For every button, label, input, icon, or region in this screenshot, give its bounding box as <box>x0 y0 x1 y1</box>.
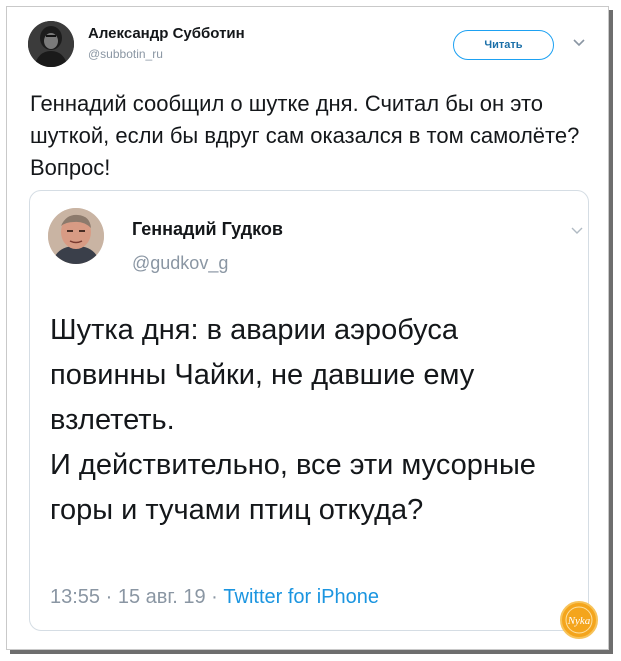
quoted-tweet-text: Шутка дня: в аварии аэробуса повинны Чай… <box>50 308 580 533</box>
quoted-source[interactable]: Twitter for iPhone <box>223 586 379 608</box>
quoted-author-handle[interactable]: @gudkov_g <box>132 253 228 274</box>
quoted-avatar-image <box>48 208 104 264</box>
author-avatar[interactable] <box>28 21 74 67</box>
quoted-chevron-down-icon[interactable] <box>570 226 584 236</box>
follow-button[interactable]: Читать <box>453 30 554 60</box>
quoted-paragraph-1: Шутка дня: в аварии аэробуса повинны Чай… <box>50 314 475 436</box>
quoted-author-name[interactable]: Геннадий Гудков <box>132 219 283 240</box>
quoted-tweet-meta: 13:55 · 15 авг. 19 · Twitter for iPhone <box>50 586 379 609</box>
quoted-time[interactable]: 13:55 <box>50 586 100 608</box>
meta-separator: · <box>205 586 224 608</box>
tweet-text: Геннадий сообщил о шутке дня. Считал бы … <box>30 91 580 180</box>
svg-text:Nyka: Nyka <box>567 615 591 627</box>
watermark-logo: Nyka <box>560 601 598 639</box>
quoted-paragraph-2: И действительно, все эти мусорные горы и… <box>50 449 536 526</box>
author-name[interactable]: Александр Субботин <box>88 25 245 42</box>
author-handle[interactable]: @subbotin_ru <box>88 47 163 61</box>
chevron-down-icon[interactable] <box>572 38 586 48</box>
meta-separator: · <box>100 586 118 608</box>
quoted-author-avatar[interactable] <box>48 208 104 264</box>
quoted-date[interactable]: 15 авг. 19 <box>118 586 206 608</box>
author-avatar-image <box>28 21 74 67</box>
